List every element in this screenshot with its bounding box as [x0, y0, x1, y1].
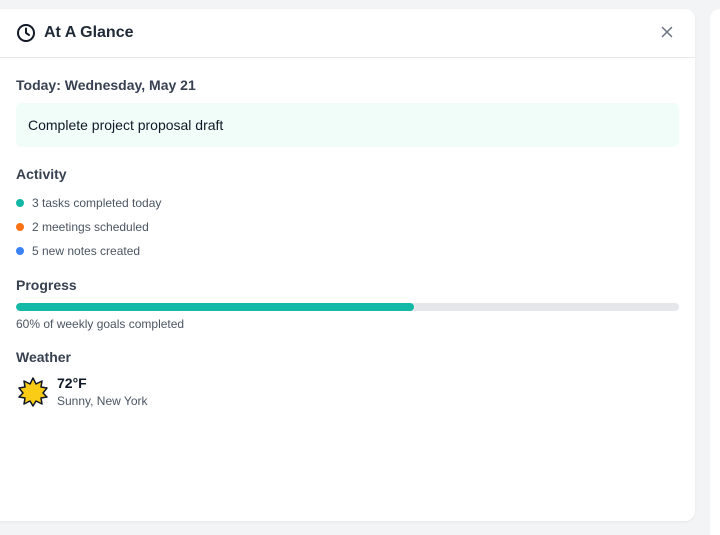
- sun-icon: [17, 376, 49, 408]
- progress-heading: Progress: [16, 277, 77, 293]
- progress-bar: [16, 303, 679, 311]
- activity-dot-teal: [16, 199, 24, 207]
- panel-header: At A Glance: [0, 9, 695, 58]
- clock-icon: [16, 23, 36, 43]
- activity-item: 2 meetings scheduled: [16, 215, 679, 239]
- today-heading: Today: Wednesday, May 21: [16, 77, 196, 93]
- activity-list: 3 tasks completed today 2 meetings sched…: [16, 191, 679, 263]
- activity-item: 5 new notes created: [16, 239, 679, 263]
- progress-caption: 60% of weekly goals completed: [16, 317, 185, 331]
- weather-heading: Weather: [16, 349, 71, 365]
- progress-bar-fill: [16, 303, 414, 311]
- adjacent-panel-edge: [710, 9, 720, 535]
- activity-dot-blue: [16, 247, 24, 255]
- panel-title: At A Glance: [44, 24, 134, 41]
- close-button[interactable]: [659, 24, 675, 40]
- weather-description: Sunny, New York: [57, 394, 148, 408]
- weather-row: 72°F Sunny, New York: [16, 375, 679, 408]
- weather-info: 72°F Sunny, New York: [57, 375, 148, 408]
- activity-item: 3 tasks completed today: [16, 191, 679, 215]
- panel-body: Today: Wednesday, May 21 Complete projec…: [0, 77, 695, 408]
- activity-item-label: 2 meetings scheduled: [32, 220, 149, 234]
- at-a-glance-panel: At A Glance Today: Wednesday, May 21 Com…: [0, 9, 695, 521]
- close-icon: [661, 26, 673, 38]
- activity-item-label: 5 new notes created: [32, 244, 141, 258]
- activity-item-label: 3 tasks completed today: [32, 196, 162, 210]
- today-task[interactable]: Complete project proposal draft: [16, 103, 679, 147]
- activity-dot-orange: [16, 223, 24, 231]
- weather-temperature: 72°F: [57, 375, 87, 391]
- activity-heading: Activity: [16, 166, 67, 182]
